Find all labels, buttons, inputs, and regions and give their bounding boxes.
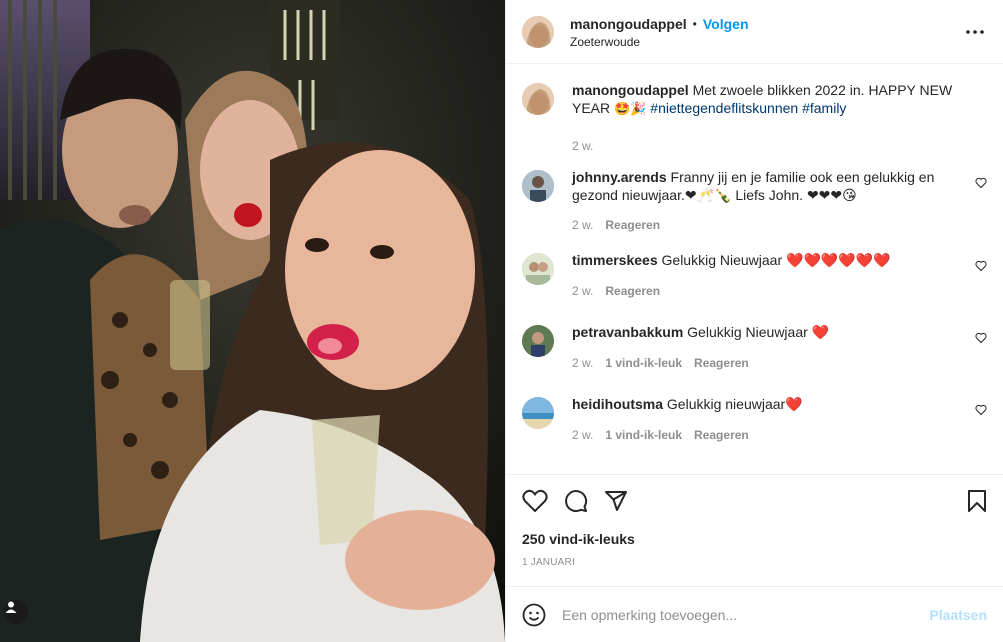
reply-button[interactable]: Reageren [605,284,660,298]
comment-likes[interactable]: 1 vind-ik-leuk [605,428,682,442]
caption-emojis: 🤩🎉 [614,102,647,117]
comment-time[interactable]: 2 w. [572,284,593,298]
paper-plane-icon[interactable] [604,489,628,513]
post-header: manongoudappel • Volgen Zoeterwoude [506,0,1003,64]
action-bar [522,486,987,516]
comment-text: Gelukkig nieuwjaar [666,396,786,412]
heart-icon[interactable] [975,259,987,275]
comment-text: Gelukkig Nieuwjaar [687,324,808,340]
heart-icon[interactable] [522,489,548,513]
avatar[interactable] [522,397,554,429]
post-photo[interactable] [0,0,505,642]
heart-icon[interactable] [975,176,987,192]
comment-username[interactable]: timmerskees [572,252,658,268]
avatar[interactable] [522,325,554,357]
comment-username[interactable]: petravanbakkum [572,324,683,340]
reply-button[interactable]: Reageren [605,218,660,232]
caption-time[interactable]: 2 w. [572,139,593,153]
avatar[interactable] [522,15,554,48]
caption-username[interactable]: manongoudappel [572,82,689,98]
add-comment-bar: Een opmerking toevoegen... Plaatsen [506,586,1003,642]
user-tag-icon[interactable] [4,600,28,624]
comment-hearts: ❤️ [785,397,803,413]
comment-likes[interactable]: 1 vind-ik-leuk [605,356,682,370]
separator-dot: • [692,16,697,31]
instagram-post: manongoudappel • Volgen Zoeterwoude mano… [0,0,1003,642]
smiley-icon[interactable] [522,603,546,627]
location-link[interactable]: Zoeterwoude [570,35,749,49]
photo-illustration [0,0,505,642]
heart-icon[interactable] [975,403,987,419]
comment-time[interactable]: 2 w. [572,218,593,232]
comment-hearts: ❤️❤️❤️❤️❤️❤️ [786,253,891,269]
comment-item: heidihoutsma Gelukkig nieuwjaar❤️ 2 w. 1 … [522,395,987,467]
comment-item: petravanbakkum Gelukkig Nieuwjaar ❤️ 2 w… [522,323,987,395]
hashtag-link[interactable]: #family [802,100,846,116]
caption: manongoudappel Met zwoele blikken 2022 i… [522,81,987,168]
post-comment-button[interactable]: Plaatsen [929,607,987,623]
reply-button[interactable]: Reageren [694,356,749,370]
avatar[interactable] [522,170,554,202]
avatar[interactable] [522,253,554,285]
comment-time[interactable]: 2 w. [572,356,593,370]
likes-count[interactable]: 250 vind-ik-leuks [522,531,635,547]
comment-hearts: ❤️ [811,325,830,341]
comment-input[interactable]: Een opmerking toevoegen... [562,607,929,623]
comment-icon[interactable] [564,489,588,513]
comment-username[interactable]: heidihoutsma [572,396,663,412]
reply-button[interactable]: Reageren [694,428,749,442]
more-horizontal-icon[interactable] [963,20,987,44]
heart-icon[interactable] [975,331,987,347]
avatar[interactable] [522,83,554,115]
comment-text: Gelukkig Nieuwjaar [661,252,783,268]
comments-list[interactable]: manongoudappel Met zwoele blikken 2022 i… [506,65,1003,475]
comment-item: timmerskees Gelukkig Nieuwjaar ❤️❤️❤️❤️❤… [522,251,987,323]
comment-item: johnny.arends Franny jij en je familie o… [522,168,987,251]
follow-button[interactable]: Volgen [703,15,749,33]
hashtag-link[interactable]: #niettegendeflitskunnen [650,100,798,116]
post-side-panel: manongoudappel • Volgen Zoeterwoude mano… [505,0,1003,642]
post-date[interactable]: 1 JANUARI [522,557,575,568]
header-username[interactable]: manongoudappel [570,15,687,33]
comment-time[interactable]: 2 w. [572,428,593,442]
bookmark-icon[interactable] [967,489,987,516]
comment-username[interactable]: johnny.arends [572,169,667,185]
